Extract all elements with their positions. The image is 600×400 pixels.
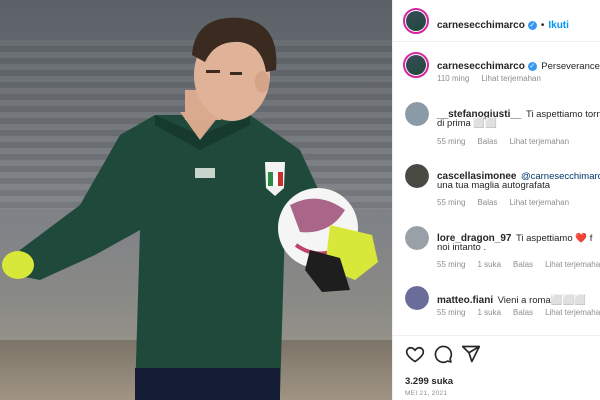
- post-photo: [0, 0, 392, 400]
- post-side-panel: carnesecchimarco ✓ • Ikuti carnesecchimarco…: [392, 0, 600, 400]
- post-header: carnesecchimarco ✓ • Ikuti: [393, 0, 600, 42]
- verified-badge-icon: ✓: [527, 21, 537, 30]
- comment-body-line2: una tua maglia autografata: [437, 180, 551, 191]
- post-date: MEI 21, 2021: [405, 390, 448, 397]
- comment-translate-link[interactable]: Lihat terjemahan: [509, 137, 569, 146]
- comment-like-count[interactable]: 1 suka: [477, 260, 501, 269]
- caption-username[interactable]: carnesecchimarco: [437, 61, 525, 72]
- caption-meta: 110 ming Lihat terjemahan: [437, 74, 553, 83]
- author-avatar-image: [406, 11, 426, 31]
- header-title-row: carnesecchimarco ✓ • Ikuti: [437, 15, 569, 33]
- caption-avatar-image: [406, 55, 426, 75]
- likes-count[interactable]: 3.299 suka: [405, 376, 453, 387]
- commenter-avatar[interactable]: [405, 286, 429, 310]
- commenter-avatar-image: [405, 226, 429, 250]
- reply-button[interactable]: Balas: [477, 137, 497, 146]
- caption-time: 110 ming: [437, 74, 470, 83]
- commenter-username[interactable]: matteo.fiani: [437, 295, 493, 306]
- comment-time: 55 ming: [437, 260, 466, 269]
- post-actions: 3.299 suka MEI 21, 2021: [393, 335, 600, 400]
- comment-time: 55 ming: [437, 137, 466, 146]
- comment-body-line2: di prima ⬜⬜: [437, 118, 498, 129]
- heart-icon[interactable]: [405, 344, 425, 364]
- comment-translate-link[interactable]: Lihat terjemahan: [545, 308, 600, 317]
- reply-button[interactable]: Balas: [477, 198, 497, 207]
- commenter-avatar[interactable]: [405, 226, 429, 250]
- comment-translate-link[interactable]: Lihat terjemahan: [545, 260, 600, 269]
- comment-translate-link[interactable]: Lihat terjemahan: [509, 198, 569, 207]
- comment-time: 55 ming: [437, 308, 466, 317]
- comment-body: Vieni a roma⬜⬜⬜: [497, 295, 587, 306]
- commenter-avatar-image: [405, 286, 429, 310]
- caption-translate-link[interactable]: Lihat terjemahan: [481, 74, 541, 83]
- comment-meta: 55 ming Balas Lihat terjemahan: [437, 198, 581, 207]
- follow-button[interactable]: Ikuti: [548, 20, 569, 31]
- comment-body: Ti aspettiamo ❤️ f: [515, 233, 593, 244]
- caption-body: Perseverance.: [541, 61, 600, 72]
- comment-time: 55 ming: [437, 198, 466, 207]
- comment-text: matteo.fiani Vieni a roma⬜⬜⬜: [437, 290, 600, 308]
- caption-avatar[interactable]: [403, 52, 429, 78]
- share-icon[interactable]: [461, 344, 481, 364]
- reply-button[interactable]: Balas: [513, 308, 533, 317]
- comment-body: Ti aspettiamo torn: [525, 109, 600, 120]
- commenter-avatar[interactable]: [405, 102, 429, 126]
- reply-button[interactable]: Balas: [513, 260, 533, 269]
- goalkeeper-illustration: [2, 17, 378, 400]
- comment-meta: 55 ming 1 suka Balas Lihat terjemahan: [437, 260, 600, 269]
- verified-badge-icon: ✓: [527, 62, 537, 71]
- commenter-avatar[interactable]: [405, 164, 429, 188]
- comment-body-line2: noi intanto .: [437, 242, 487, 253]
- comment-meta: 55 ming Balas Lihat terjemahan: [437, 137, 581, 146]
- author-username[interactable]: carnesecchimarco: [437, 20, 525, 31]
- commenter-avatar-image: [405, 102, 429, 126]
- caption-text: carnesecchimarco ✓ Perseverance.: [437, 56, 600, 74]
- separator-dot: •: [540, 20, 545, 31]
- author-avatar[interactable]: [403, 8, 429, 34]
- commenter-avatar-image: [405, 164, 429, 188]
- comment-icon[interactable]: [433, 344, 453, 364]
- comment-like-count[interactable]: 1 suka: [477, 308, 501, 317]
- comment-meta: 55 ming 1 suka Balas Lihat terjemahan: [437, 308, 600, 317]
